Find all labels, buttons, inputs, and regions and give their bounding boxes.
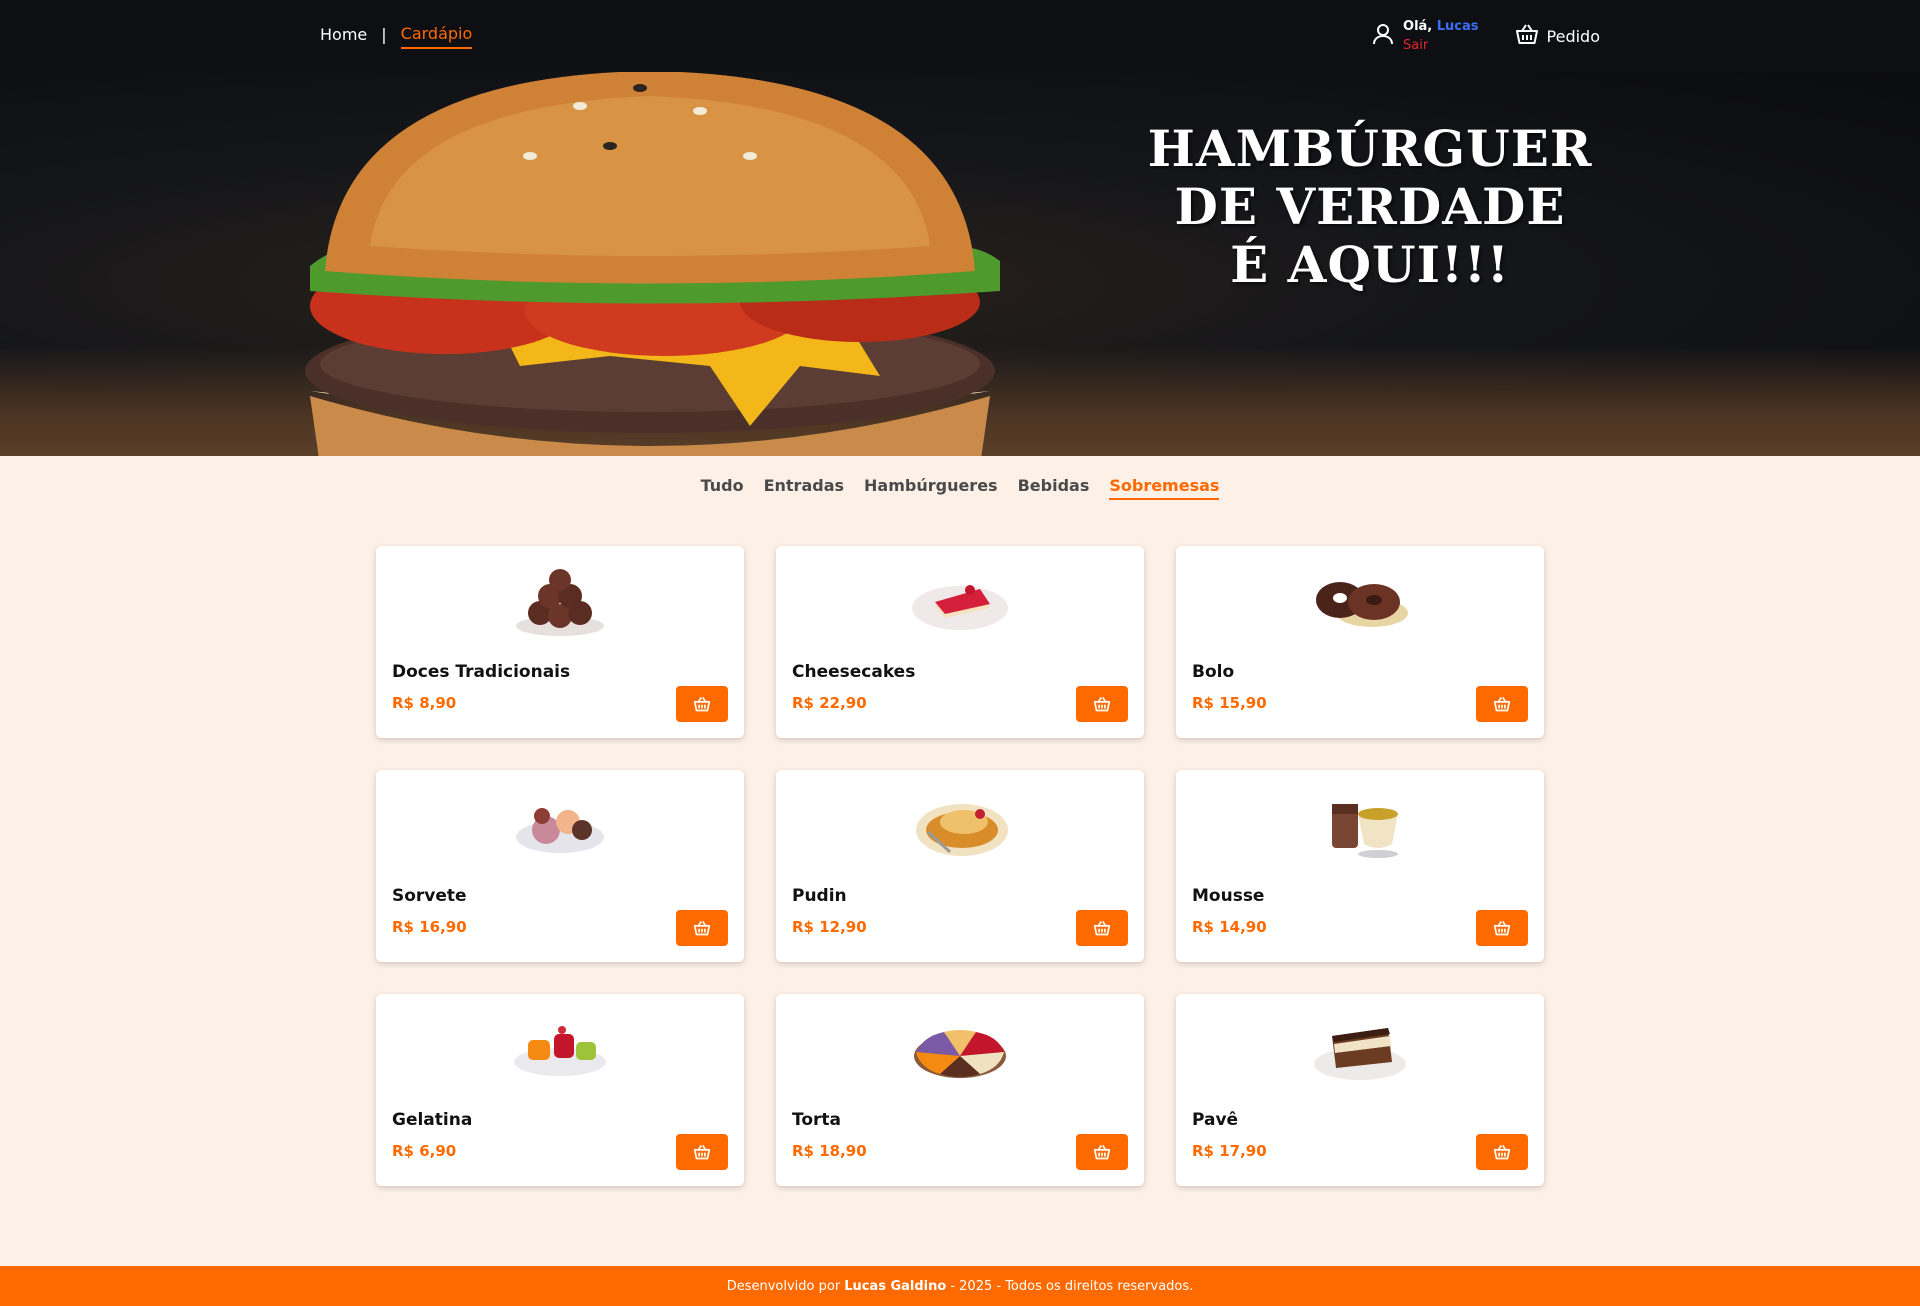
product-price: R$ 12,90 xyxy=(792,918,867,936)
add-to-cart-button[interactable] xyxy=(1476,686,1528,722)
product-card: Pudin R$ 12,90 xyxy=(776,770,1144,962)
product-image-gelatina xyxy=(514,1026,606,1076)
basket-icon xyxy=(1093,920,1111,936)
product-image-torta xyxy=(914,1030,1006,1078)
product-name: Torta xyxy=(792,1110,841,1130)
nav-cardapio-link[interactable]: Cardápio xyxy=(400,24,473,49)
hero-line-1: HAMBÚRGUER xyxy=(1147,119,1593,178)
tab-entradas[interactable]: Entradas xyxy=(764,476,844,500)
product-name: Pudin xyxy=(792,886,847,906)
product-image-mousse xyxy=(1332,804,1398,858)
add-to-cart-button[interactable] xyxy=(676,910,728,946)
product-grid: Doces Tradicionais R$ 8,90 Cheesecakes R… xyxy=(376,546,1544,1186)
top-navbar: Home | Cardápio Olá, Lucas Sair Pedido xyxy=(0,0,1920,72)
product-card: Sorvete R$ 16,90 xyxy=(376,770,744,962)
user-greeting: Olá, xyxy=(1403,19,1433,34)
nav-home-link[interactable]: Home xyxy=(320,25,367,48)
hero-line-3: É AQUI!!! xyxy=(1230,235,1510,294)
add-to-cart-button[interactable] xyxy=(1076,910,1128,946)
product-name: Doces Tradicionais xyxy=(392,662,571,682)
footer-suffix: - 2025 - Todos os direitos reservados. xyxy=(950,1278,1194,1294)
add-to-cart-button[interactable] xyxy=(1476,910,1528,946)
hero-line-2: DE VERDADE xyxy=(1174,177,1566,236)
basket-icon xyxy=(1493,696,1511,712)
header-actions: Olá, Lucas Sair Pedido xyxy=(1371,0,1600,72)
product-card: Bolo R$ 15,90 xyxy=(1176,546,1544,738)
product-price: R$ 17,90 xyxy=(1192,1142,1267,1160)
add-to-cart-button[interactable] xyxy=(676,1134,728,1170)
tab-tudo[interactable]: Tudo xyxy=(701,476,744,500)
product-price: R$ 8,90 xyxy=(392,694,457,712)
order-button[interactable]: Pedido xyxy=(1515,23,1600,49)
page-footer: Desenvolvido por Lucas Galdino - 2025 - … xyxy=(0,1266,1920,1306)
product-price: R$ 22,90 xyxy=(792,694,867,712)
tab-hamburgueres[interactable]: Hambúrgueres xyxy=(864,476,998,500)
burger-illustration xyxy=(305,72,1000,456)
basket-icon xyxy=(1515,23,1539,49)
hero-banner: HAMBÚRGUER DE VERDADE É AQUI!!! xyxy=(0,72,1920,456)
product-image-pudim xyxy=(916,804,1008,856)
product-image-cheesecake xyxy=(912,585,1008,630)
user-icon xyxy=(1371,22,1395,50)
main-nav: Home | Cardápio xyxy=(320,0,473,72)
add-to-cart-button[interactable] xyxy=(1476,1134,1528,1170)
product-price: R$ 14,90 xyxy=(1192,918,1267,936)
product-image-pave xyxy=(1314,1028,1406,1080)
product-card: Pavê R$ 17,90 xyxy=(1176,994,1544,1186)
tab-bebidas[interactable]: Bebidas xyxy=(1018,476,1090,500)
user-name[interactable]: Lucas xyxy=(1437,19,1479,34)
footer-author: Lucas Galdino xyxy=(844,1278,947,1294)
product-image-sorvete xyxy=(516,808,604,853)
basket-icon xyxy=(1493,920,1511,936)
product-name: Cheesecakes xyxy=(792,662,916,682)
product-name: Pavê xyxy=(1192,1110,1239,1130)
category-tabs: Tudo Entradas Hambúrgueres Bebidas Sobre… xyxy=(0,476,1920,500)
order-label: Pedido xyxy=(1546,26,1600,46)
product-card: Mousse R$ 14,90 xyxy=(1176,770,1544,962)
basket-icon xyxy=(1093,1144,1111,1160)
basket-icon xyxy=(1493,1144,1511,1160)
product-card: Doces Tradicionais R$ 8,90 xyxy=(376,546,744,738)
basket-icon xyxy=(1093,696,1111,712)
product-card: Cheesecakes R$ 22,90 xyxy=(776,546,1144,738)
product-price: R$ 15,90 xyxy=(1192,694,1267,712)
basket-icon xyxy=(693,696,711,712)
basket-icon xyxy=(693,1144,711,1160)
hero-headline: HAMBÚRGUER DE VERDADE É AQUI!!! xyxy=(1120,120,1620,294)
basket-icon xyxy=(693,920,711,936)
product-name: Mousse xyxy=(1192,886,1265,906)
add-to-cart-button[interactable] xyxy=(1076,1134,1128,1170)
product-card: Gelatina R$ 6,90 xyxy=(376,994,744,1186)
tab-sobremesas[interactable]: Sobremesas xyxy=(1109,476,1220,500)
product-image-bolo xyxy=(1316,582,1408,627)
nav-separator: | xyxy=(381,24,387,44)
user-menu: Olá, Lucas Sair xyxy=(1371,17,1479,55)
product-image-brigadeiros xyxy=(516,569,604,636)
product-price: R$ 16,90 xyxy=(392,918,467,936)
footer-prefix: Desenvolvido por xyxy=(726,1278,841,1294)
user-greeting-block: Olá, Lucas Sair xyxy=(1403,17,1479,55)
product-name: Sorvete xyxy=(392,886,467,906)
add-to-cart-button[interactable] xyxy=(1076,686,1128,722)
product-card: Torta R$ 18,90 xyxy=(776,994,1144,1186)
product-name: Gelatina xyxy=(392,1110,473,1130)
logout-link[interactable]: Sair xyxy=(1403,36,1479,55)
add-to-cart-button[interactable] xyxy=(676,686,728,722)
product-price: R$ 18,90 xyxy=(792,1142,867,1160)
product-name: Bolo xyxy=(1192,662,1235,682)
product-price: R$ 6,90 xyxy=(392,1142,457,1160)
